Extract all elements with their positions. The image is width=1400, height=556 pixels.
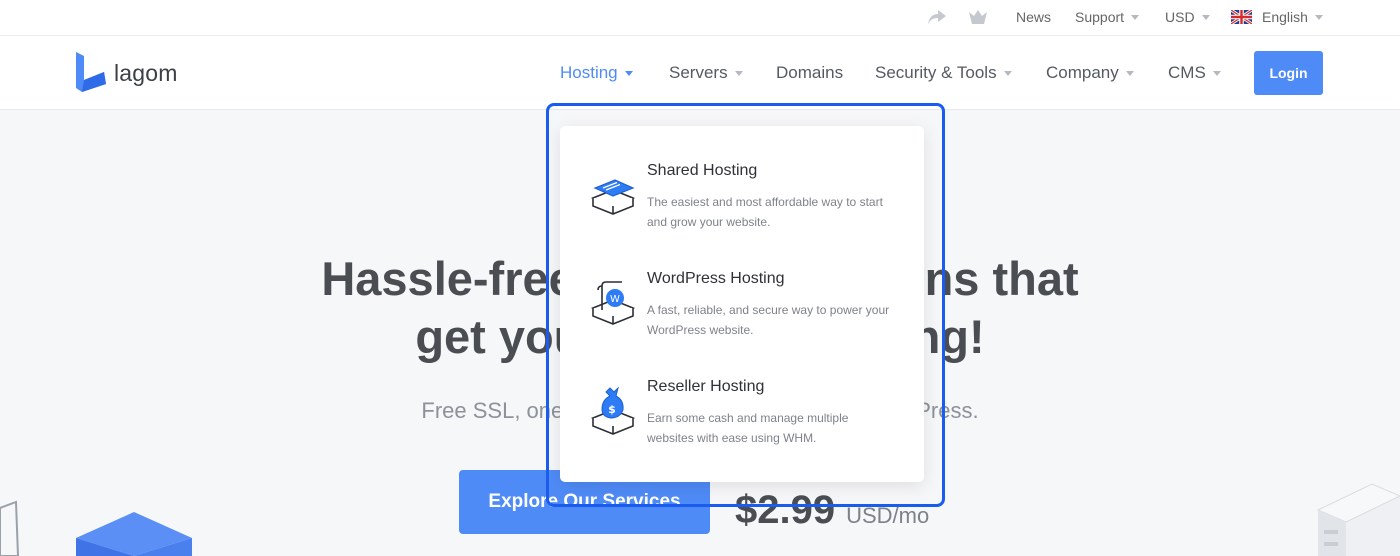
nav-domains[interactable]: Domains xyxy=(776,36,843,110)
server-illustration-left-edge xyxy=(0,500,20,556)
nav-company-label: Company xyxy=(1046,63,1119,82)
logo[interactable]: lagom xyxy=(74,50,178,97)
support-menu[interactable]: Support xyxy=(1075,0,1140,34)
chevron-down-icon xyxy=(624,70,633,76)
chevron-down-icon xyxy=(1003,70,1012,76)
share-icon[interactable] xyxy=(927,0,947,34)
dropdown-highlight-outline xyxy=(546,103,945,507)
currency-selector[interactable]: USD xyxy=(1165,0,1210,34)
grey-server-illustration xyxy=(1310,480,1400,556)
blue-server-illustration xyxy=(74,510,194,556)
nav-company[interactable]: Company xyxy=(1046,36,1134,110)
nav-cms-label: CMS xyxy=(1168,63,1206,82)
chevron-down-icon xyxy=(1212,70,1221,76)
nav-hosting[interactable]: Hosting xyxy=(560,36,633,110)
nav-security-tools-label: Security & Tools xyxy=(875,63,997,82)
news-link[interactable]: News xyxy=(1016,0,1051,34)
logo-text: lagom xyxy=(114,59,178,86)
cart-icon[interactable] xyxy=(968,0,988,34)
support-label: Support xyxy=(1075,9,1125,25)
main-header: lagom Hosting Servers Domains Security &… xyxy=(0,36,1400,110)
login-button[interactable]: Login xyxy=(1254,51,1323,95)
currency-label: USD xyxy=(1165,9,1195,25)
lagom-logo-icon xyxy=(74,50,108,97)
chevron-down-icon xyxy=(1314,14,1323,20)
chevron-down-icon xyxy=(1131,14,1140,20)
nav-hosting-label: Hosting xyxy=(560,63,618,82)
chevron-down-icon xyxy=(734,70,743,76)
nav-security-tools[interactable]: Security & Tools xyxy=(875,36,1012,110)
chevron-down-icon xyxy=(1125,70,1134,76)
nav-cms[interactable]: CMS xyxy=(1168,36,1221,110)
uk-flag-icon xyxy=(1230,8,1253,26)
language-label: English xyxy=(1262,9,1308,25)
chevron-down-icon xyxy=(1201,14,1210,20)
nav-domains-label: Domains xyxy=(776,63,844,82)
nav-servers[interactable]: Servers xyxy=(669,36,743,110)
top-utility-bar: News Support USD English xyxy=(0,0,1400,36)
language-selector[interactable]: English xyxy=(1230,0,1323,34)
nav-servers-label: Servers xyxy=(669,63,728,82)
